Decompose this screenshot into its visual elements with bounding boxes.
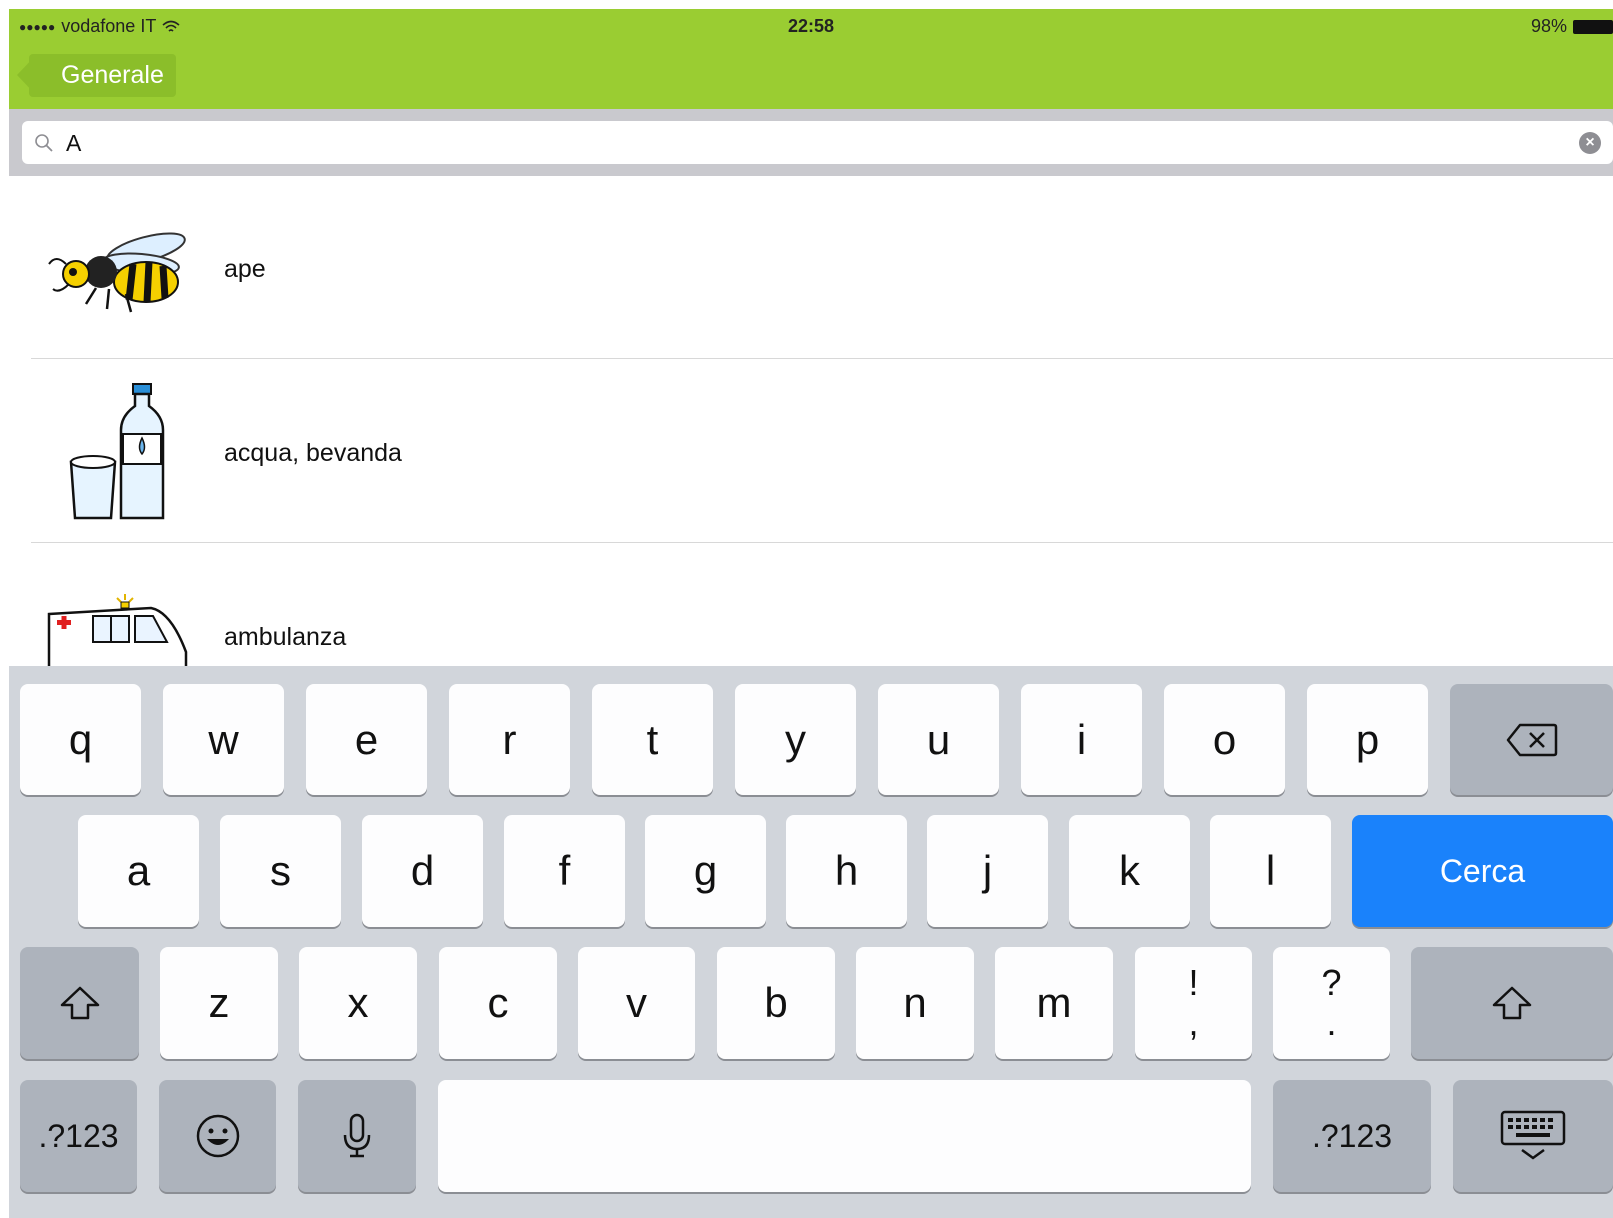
onscreen-keyboard: q w e r t y u i o p a s d f g h j k l Ce… — [9, 666, 1613, 1218]
list-item[interactable]: ambulanza — [9, 544, 1613, 666]
punct-pair: ? . — [1321, 963, 1341, 1043]
key-f[interactable]: f — [504, 815, 625, 927]
key-g[interactable]: g — [645, 815, 766, 927]
result-label: ambulanza — [224, 623, 347, 651]
key-o[interactable]: o — [1164, 684, 1285, 795]
key-p[interactable]: p — [1307, 684, 1428, 795]
bee-icon — [48, 232, 186, 313]
key-z[interactable]: z — [160, 947, 278, 1059]
key-j[interactable]: j — [927, 815, 1048, 927]
shift-icon — [1492, 986, 1532, 1020]
result-label: acqua, bevanda — [224, 439, 402, 467]
water-bottle-icon — [69, 383, 165, 520]
row-separator — [31, 542, 1613, 543]
key-y[interactable]: y — [735, 684, 856, 795]
clock: 22:58 — [787, 16, 835, 36]
list-item[interactable]: ape — [9, 176, 1613, 359]
numbers-key-left[interactable]: .?123 — [20, 1080, 137, 1192]
result-label: ape — [224, 255, 266, 283]
battery-percent: 98% — [1530, 16, 1567, 36]
key-question-period[interactable]: ? . — [1273, 947, 1390, 1059]
key-v[interactable]: v — [578, 947, 695, 1059]
shift-key-left[interactable] — [20, 947, 139, 1059]
key-n[interactable]: n — [856, 947, 974, 1059]
backspace-key[interactable] — [1450, 684, 1613, 795]
search-bar: × — [9, 109, 1613, 176]
list-item[interactable]: acqua, bevanda — [9, 360, 1613, 543]
emoji-icon — [196, 1114, 239, 1158]
search-icon — [35, 134, 53, 152]
back-button[interactable]: Generale — [17, 54, 176, 97]
key-u[interactable]: u — [878, 684, 999, 795]
key-b[interactable]: b — [717, 947, 835, 1059]
key-x[interactable]: x — [299, 947, 417, 1059]
results-list: ape acqua, bevanda ambulanza — [9, 176, 1613, 666]
emoji-key[interactable] — [159, 1080, 276, 1192]
navigation-header: ●●●●● vodafone IT 22:58 98% Generale — [9, 9, 1613, 109]
shift-icon — [60, 986, 99, 1020]
battery-icon — [1573, 19, 1613, 34]
key-l[interactable]: l — [1210, 815, 1331, 927]
microphone-icon — [343, 1113, 371, 1158]
search-field[interactable]: × — [22, 121, 1613, 164]
search-input[interactable] — [66, 127, 1466, 159]
status-bar: ●●●●● vodafone IT 22:58 98% — [9, 9, 1613, 43]
shift-key-right[interactable] — [1411, 947, 1613, 1059]
key-e[interactable]: e — [306, 684, 427, 795]
key-a[interactable]: a — [78, 815, 199, 927]
key-m[interactable]: m — [995, 947, 1113, 1059]
key-w[interactable]: w — [163, 684, 284, 795]
punct-top: ? — [1321, 962, 1342, 1003]
punct-bottom: , — [1188, 1002, 1199, 1043]
clear-search-icon[interactable]: × — [1579, 132, 1601, 154]
key-q[interactable]: q — [20, 684, 141, 795]
numbers-key-right[interactable]: .?123 — [1273, 1080, 1431, 1192]
key-exclamation-comma[interactable]: ! , — [1135, 947, 1252, 1059]
key-c[interactable]: c — [439, 947, 557, 1059]
key-k[interactable]: k — [1069, 815, 1190, 927]
key-s[interactable]: s — [220, 815, 341, 927]
punct-top: ! — [1188, 962, 1199, 1003]
search-key[interactable]: Cerca — [1352, 815, 1613, 927]
key-i[interactable]: i — [1021, 684, 1142, 795]
microphone-key[interactable] — [298, 1080, 416, 1192]
battery-status: 98% — [1531, 16, 1613, 37]
backspace-icon — [1506, 723, 1557, 756]
dismiss-keyboard-key[interactable] — [1453, 1080, 1613, 1192]
punct-pair: ! , — [1188, 963, 1198, 1043]
key-h[interactable]: h — [786, 815, 907, 927]
back-button-label: Generale — [61, 61, 164, 89]
ambulance-icon — [47, 594, 188, 666]
punct-bottom: . — [1326, 1002, 1337, 1043]
keyboard-dismiss-icon — [1500, 1110, 1566, 1160]
key-d[interactable]: d — [362, 815, 483, 927]
key-r[interactable]: r — [449, 684, 570, 795]
key-t[interactable]: t — [592, 684, 713, 795]
space-bar[interactable] — [438, 1080, 1251, 1192]
row-separator — [31, 358, 1613, 359]
